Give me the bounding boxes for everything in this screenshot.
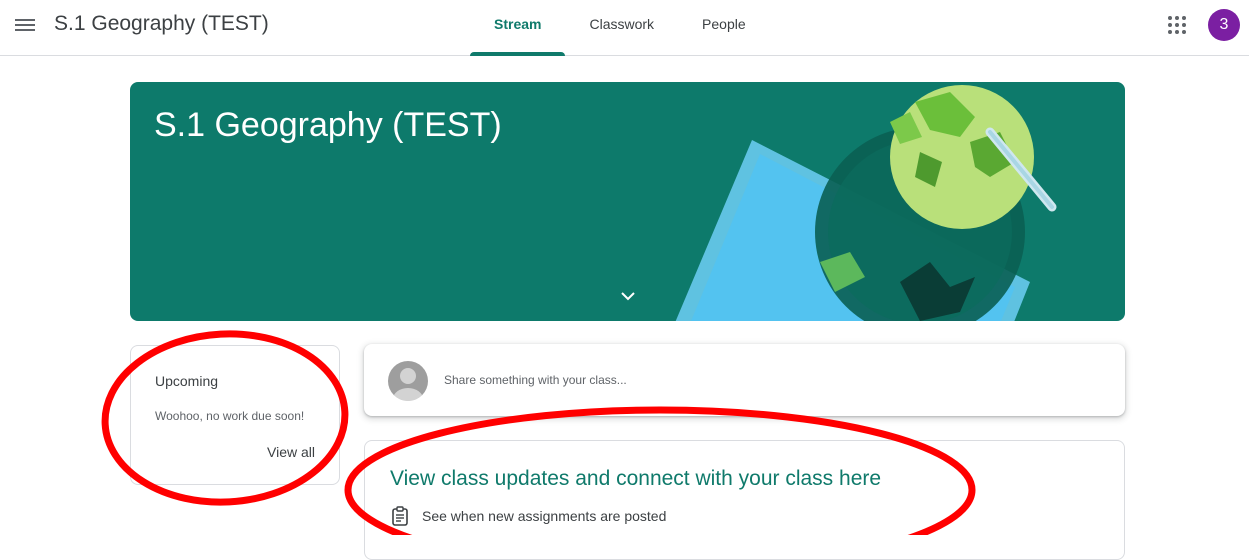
tab-stream[interactable]: Stream bbox=[470, 0, 566, 56]
class-title[interactable]: S.1 Geography (TEST) bbox=[54, 12, 269, 36]
share-post-box[interactable]: Share something with your class... bbox=[364, 344, 1125, 416]
tab-people[interactable]: People bbox=[678, 0, 770, 56]
upcoming-card: Upcoming Woohoo, no work due soon! View … bbox=[130, 345, 340, 485]
apps-grid-icon[interactable] bbox=[1168, 16, 1186, 34]
view-all-link[interactable]: View all bbox=[267, 444, 315, 460]
assignment-icon bbox=[392, 506, 408, 526]
upcoming-message: Woohoo, no work due soon! bbox=[155, 409, 305, 423]
share-placeholder: Share something with your class... bbox=[444, 373, 627, 387]
updates-title: View class updates and connect with your… bbox=[390, 467, 882, 490]
upcoming-title: Upcoming bbox=[155, 373, 219, 389]
banner-title: S.1 Geography (TEST) bbox=[154, 106, 502, 144]
class-banner: S.1 Geography (TEST) bbox=[130, 82, 1125, 321]
updates-item-text: See when new assignments are posted bbox=[422, 508, 667, 524]
user-avatar-icon bbox=[388, 361, 428, 401]
account-avatar[interactable]: 3 bbox=[1208, 9, 1240, 41]
top-app-bar: S.1 Geography (TEST) Stream Classwork Pe… bbox=[0, 0, 1249, 56]
updates-item: See when new assignments are posted bbox=[390, 505, 666, 527]
tab-classwork[interactable]: Classwork bbox=[565, 0, 678, 56]
tab-bar: Stream Classwork People bbox=[470, 0, 770, 56]
chevron-down-icon[interactable] bbox=[618, 288, 638, 304]
hamburger-menu-icon[interactable] bbox=[15, 16, 35, 34]
class-updates-card: View class updates and connect with your… bbox=[364, 440, 1125, 560]
